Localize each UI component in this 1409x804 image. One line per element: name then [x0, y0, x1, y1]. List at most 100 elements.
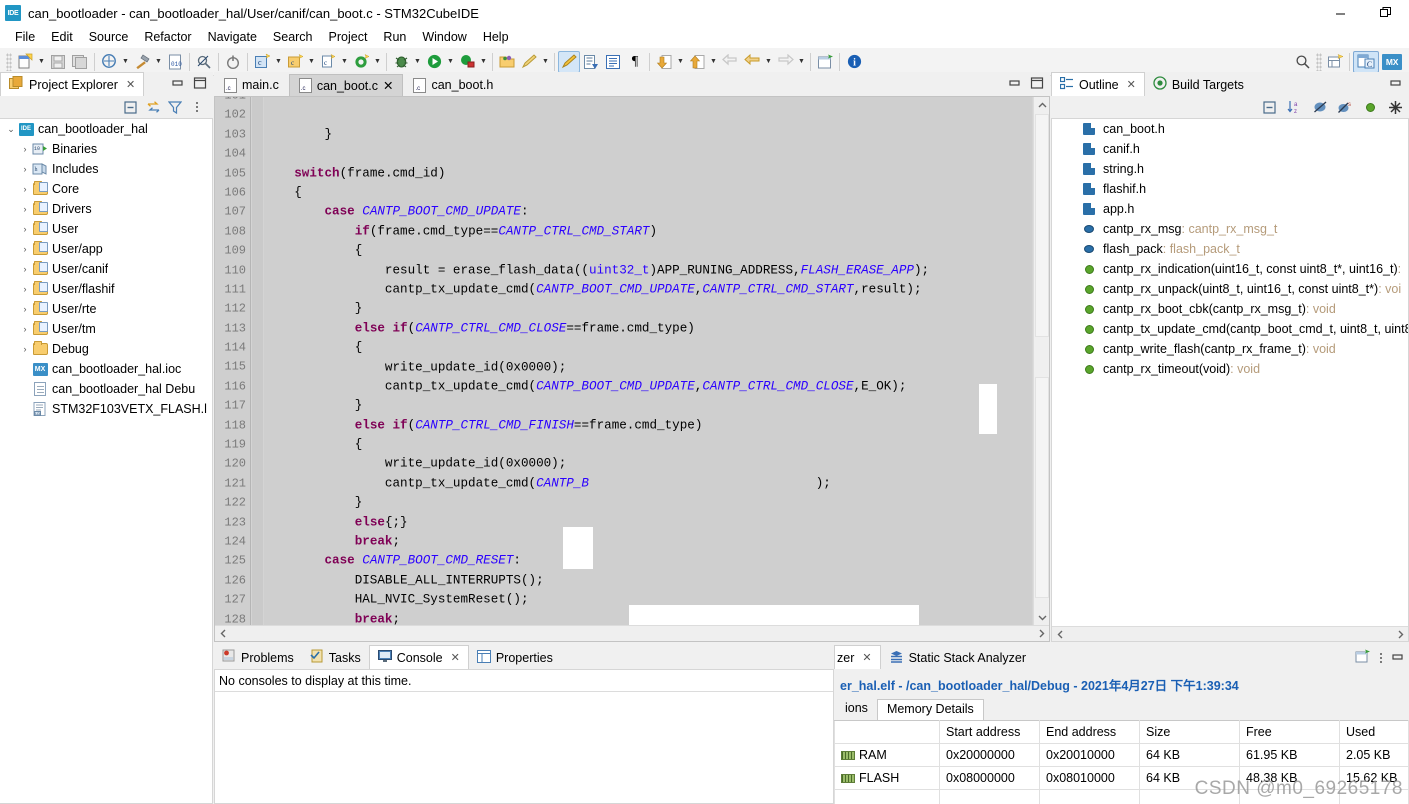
outline-item[interactable]: can_boot.h	[1052, 119, 1408, 139]
close-icon[interactable]: ✕	[451, 651, 460, 664]
c-file-icon[interactable]: c	[317, 51, 339, 73]
chevron-right-icon[interactable]: ›	[18, 324, 32, 334]
minimize-button[interactable]	[1317, 0, 1363, 26]
view-menu-filter-icon[interactable]	[165, 98, 185, 116]
menu-navigate[interactable]: Navigate	[200, 28, 265, 46]
tree-item-user-canif[interactable]: ›User/canif	[0, 259, 212, 279]
tab-project-explorer[interactable]: Project Explorer ✕	[0, 72, 144, 96]
tab-main-c[interactable]: .c main.c	[214, 74, 289, 96]
c-folder-icon[interactable]: c	[284, 51, 306, 73]
chevron-right-icon[interactable]: ›	[18, 284, 32, 294]
menu-edit[interactable]: Edit	[43, 28, 81, 46]
build-all-icon[interactable]	[98, 51, 120, 73]
col-free[interactable]: Free	[1240, 721, 1340, 744]
collapse-all-icon[interactable]	[1260, 98, 1280, 116]
chevron-right-icon[interactable]: ›	[18, 224, 32, 234]
outline-item[interactable]: cantp_write_flash(cantp_rx_frame_t) : vo…	[1052, 339, 1408, 359]
outline-item[interactable]: cantp_tx_update_cmd(cantp_boot_cmd_t, ui…	[1052, 319, 1408, 339]
hide-fields-icon[interactable]	[1310, 98, 1330, 116]
external-tools-icon[interactable]	[456, 51, 478, 73]
magnifier-slash-icon[interactable]	[193, 51, 215, 73]
chevron-down-icon[interactable]: ⌄	[4, 124, 18, 135]
tab-build-analyzer[interactable]: zer ✕	[834, 645, 881, 669]
sort-az-icon[interactable]: a z	[1285, 98, 1305, 116]
up-arrow-dropdown-arrow[interactable]: ▼	[708, 51, 719, 73]
back-curve-icon[interactable]	[719, 51, 741, 73]
info-icon[interactable]: i	[843, 51, 865, 73]
maximize-icon[interactable]	[1030, 77, 1044, 92]
toolbar-grip[interactable]	[6, 53, 12, 71]
new-file-icon[interactable]	[14, 51, 36, 73]
tree-item-user-flashif[interactable]: ›User/flashif	[0, 279, 212, 299]
chevron-right-icon[interactable]: ›	[18, 344, 32, 354]
close-icon[interactable]: ✕	[383, 78, 393, 93]
external-tools-dropdown-arrow[interactable]: ▼	[478, 51, 489, 73]
down-arrow-dropdown-arrow[interactable]: ▼	[675, 51, 686, 73]
minimize-icon[interactable]	[1008, 77, 1022, 92]
tab-tasks[interactable]: Tasks	[302, 645, 369, 669]
outline-horizontal-scrollbar[interactable]	[1052, 626, 1408, 641]
scroll-left-icon[interactable]	[215, 626, 231, 642]
run-dropdown-arrow[interactable]: ▼	[445, 51, 456, 73]
inner-tab-regions[interactable]: ions	[836, 699, 877, 720]
menu-source[interactable]: Source	[81, 28, 137, 46]
minimize-icon[interactable]	[1389, 77, 1403, 92]
tab-console[interactable]: Console ✕	[369, 645, 469, 669]
tree-item-can-bootloader-hal[interactable]: ⌄IDEcan_bootloader_hal	[0, 119, 212, 139]
col-start-address[interactable]: Start address	[940, 721, 1040, 744]
tree-item-user[interactable]: ›User	[0, 219, 212, 239]
restore-button[interactable]	[1363, 0, 1409, 26]
link-with-editor-icon[interactable]	[143, 98, 163, 116]
view-menu-icon[interactable]	[187, 98, 207, 116]
new-window-icon[interactable]	[814, 51, 836, 73]
mx-perspective-icon[interactable]: MX	[1379, 51, 1405, 73]
minimize-icon[interactable]	[1391, 651, 1405, 666]
search-icon[interactable]	[1292, 51, 1314, 73]
vertical-scrollbar[interactable]	[1033, 97, 1049, 625]
outline-item[interactable]: flash_pack : flash_pack_t	[1052, 239, 1408, 259]
hammer-dropdown-arrow[interactable]: ▼	[153, 51, 164, 73]
chevron-right-icon[interactable]: ›	[18, 184, 32, 194]
close-icon[interactable]: ✕	[862, 651, 871, 664]
right-arrow-icon[interactable]	[774, 51, 796, 73]
new-view-icon[interactable]	[1355, 649, 1371, 667]
tree-item-debug[interactable]: ›Debug	[0, 339, 212, 359]
tree-item-core[interactable]: ›Core	[0, 179, 212, 199]
chevron-right-icon[interactable]: ›	[18, 204, 32, 214]
collapse-all-icon[interactable]	[121, 98, 141, 116]
tree-item-can-bootloader-hal-debu[interactable]: can_bootloader_hal Debu	[0, 379, 212, 399]
outline-item[interactable]: cantp_rx_msg : cantp_rx_msg_t	[1052, 219, 1408, 239]
c-project-icon[interactable]: c	[251, 51, 273, 73]
close-icon[interactable]: ✕	[1127, 78, 1136, 91]
minimize-icon[interactable]	[171, 77, 185, 92]
outline-item[interactable]: cantp_rx_unpack(uint8_t, uint16_t, const…	[1052, 279, 1408, 299]
hide-nonpublic-icon[interactable]	[1360, 98, 1380, 116]
hide-static-icon[interactable]: s	[1335, 98, 1355, 116]
vertical-scrollbar-thumb[interactable]	[1035, 114, 1049, 337]
pilcrow-icon[interactable]: ¶	[624, 51, 646, 73]
scroll-right-icon[interactable]	[1392, 626, 1408, 642]
tree-item-stm32f103vetx-flash-l[interactable]: LDSTM32F103VETX_FLASH.l	[0, 399, 212, 419]
show-source-icon[interactable]	[602, 51, 624, 73]
chevron-right-icon[interactable]: ›	[18, 144, 32, 154]
chevron-right-icon[interactable]: ›	[18, 164, 32, 174]
view-menu-icon[interactable]	[1380, 653, 1383, 664]
new-file-dropdown-arrow[interactable]: ▼	[36, 51, 47, 73]
open-folder-icon[interactable]	[496, 51, 518, 73]
outline-item[interactable]: cantp_rx_indication(uint16_t, const uint…	[1052, 259, 1408, 279]
bug-dropdown-arrow[interactable]: ▼	[412, 51, 423, 73]
horizontal-scrollbar[interactable]	[215, 625, 1049, 641]
back-dropdown-arrow[interactable]: ▼	[763, 51, 774, 73]
cpp-perspective-icon[interactable]: C	[1353, 51, 1379, 73]
chevron-right-icon[interactable]: ›	[18, 304, 32, 314]
chevron-right-icon[interactable]: ›	[18, 264, 32, 274]
folding-column[interactable]	[252, 97, 263, 625]
down-arrow-icon[interactable]	[653, 51, 675, 73]
outline-item[interactable]: flashif.h	[1052, 179, 1408, 199]
table-row[interactable]: FLASH 0x08000000 0x08010000 64 KB 48.38 …	[835, 767, 1409, 790]
c-folder-dropdown-arrow[interactable]: ▼	[306, 51, 317, 73]
up-arrow-icon[interactable]	[686, 51, 708, 73]
skip-all-icon[interactable]	[580, 51, 602, 73]
tab-static-stack-analyzer[interactable]: Static Stack Analyzer	[881, 645, 1034, 669]
toolbar-grip-right[interactable]	[1316, 53, 1322, 71]
